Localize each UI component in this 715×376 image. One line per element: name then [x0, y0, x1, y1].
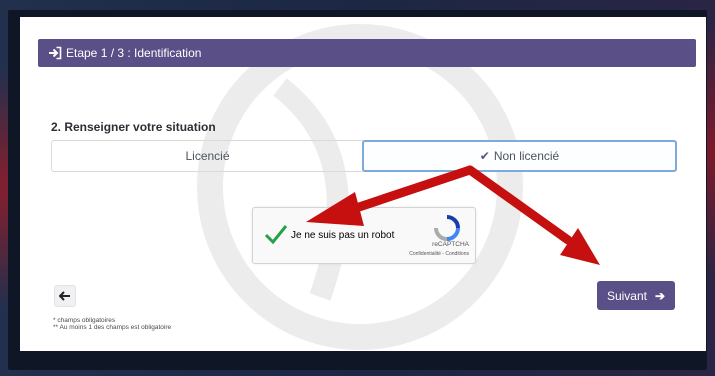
next-button-label: Suivant [606, 288, 647, 303]
form-card: Etape 1 / 3 : Identification 2. Renseign… [20, 17, 706, 351]
recaptcha-label: Je ne suis pas un robot [291, 230, 395, 241]
option-label: Non licencié [493, 149, 560, 163]
required-notes: * champs obligatoires ** Au moins 1 des … [53, 317, 171, 331]
option-licencie[interactable]: Licencié [52, 141, 363, 171]
recaptcha-brand: reCAPTCHA [432, 241, 469, 248]
note-at-least-one: ** Au moins 1 des champs est obligatoire [53, 324, 172, 331]
recaptcha-logo-icon [434, 215, 460, 241]
option-label: Licencié [185, 149, 230, 163]
arrow-right-icon: ➔ [654, 288, 666, 303]
recaptcha-links[interactable]: Confidentialité - Conditions [409, 251, 469, 257]
note-required: * champs obligatoires [53, 317, 116, 324]
status-selector: Licencié ✔ Non licencié [51, 140, 677, 172]
back-button[interactable] [54, 285, 76, 307]
watermark-logo [197, 24, 523, 350]
sign-in-icon [48, 46, 62, 60]
step-header: Etape 1 / 3 : Identification [38, 39, 696, 67]
check-icon: ✔ [479, 149, 490, 163]
recaptcha-checkmark-icon[interactable] [264, 223, 288, 245]
step-title: Etape 1 / 3 : Identification [66, 46, 202, 60]
recaptcha-widget: Je ne suis pas un robot reCAPTCHA Confid… [252, 207, 476, 264]
next-button[interactable]: Suivant ➔ [597, 281, 675, 310]
arrow-left-icon [59, 291, 70, 301]
option-non-licencie[interactable]: ✔ Non licencié [362, 140, 677, 172]
section-title: 2. Renseigner votre situation [51, 120, 216, 134]
